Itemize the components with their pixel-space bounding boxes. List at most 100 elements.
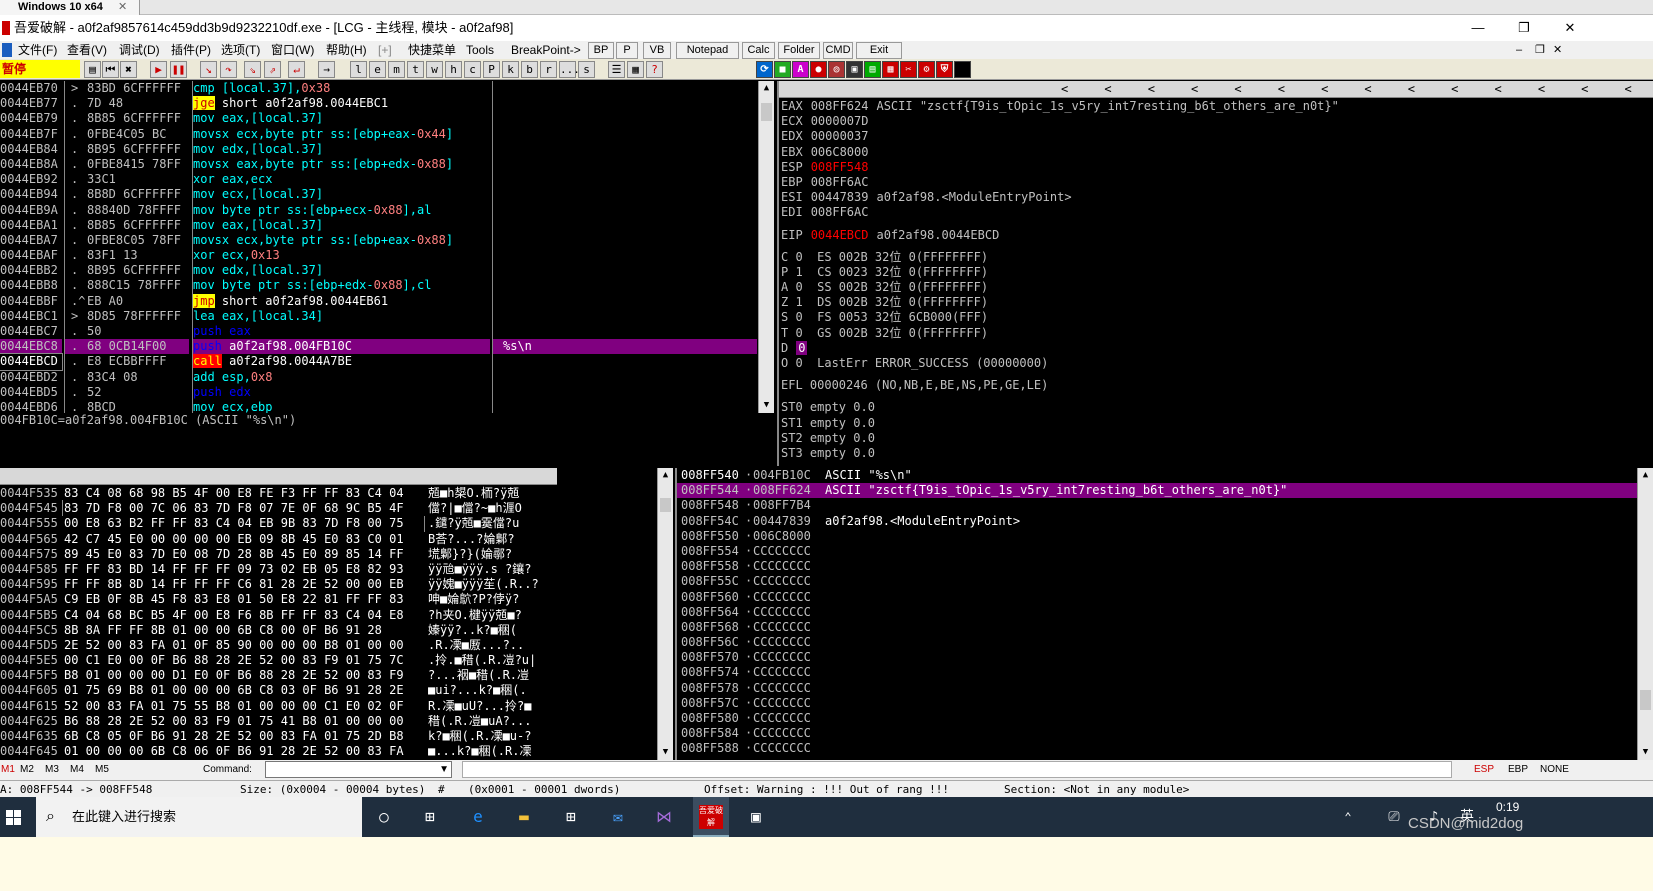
disasm-comment[interactable] <box>493 400 757 413</box>
disasm-instruction-row[interactable]: mov ecx,[local.37] <box>193 187 490 202</box>
disasm-bytes-row[interactable]: . 7D 48 <box>65 96 189 111</box>
execute-till-return-icon[interactable]: ↵ <box>288 61 305 78</box>
tb-h[interactable]: h <box>445 61 462 78</box>
stack-pane[interactable]: 008FF540 · 004FB10C ASCII "%s\n" 008FF544 · 00… <box>675 468 1653 760</box>
disasm-bytes-row[interactable]: . 8B95 6CFFFFFF <box>65 263 189 278</box>
stack-row[interactable]: 008FF578 · CCCCCCCC <box>677 681 1637 696</box>
dump-row[interactable]: 0044F565 42 C7 45 E0 00 00 00 00 EB 09 8B… <box>0 532 557 547</box>
m3-button[interactable]: M3 <box>45 760 59 780</box>
disasm-address[interactable]: 0044EB77 <box>0 96 62 111</box>
mail-icon[interactable]: ✉ <box>606 805 630 829</box>
flag-segment-row[interactable]: Z 1 DS 002B 32位 0(FFFFFFFF) <box>781 295 1641 310</box>
flag-segment-row[interactable]: P 1 CS 0023 32位 0(FFFFFFFF) <box>781 265 1641 280</box>
grid-icon[interactable]: ▦ <box>627 61 644 78</box>
disasm-comment[interactable] <box>493 96 757 111</box>
chevron-down-icon[interactable]: ▼ <box>439 760 449 780</box>
stack-scrollbar[interactable]: ▲ ▼ <box>1637 468 1653 760</box>
disasm-address[interactable]: 0044EBBF <box>0 294 62 309</box>
tb-k[interactable]: k <box>502 61 519 78</box>
disasm-instruction-row[interactable]: mov edx,[local.37] <box>193 263 490 278</box>
tb-w[interactable]: w <box>426 61 443 78</box>
disasm-scrollbar[interactable]: ▲ ▼ <box>758 81 774 413</box>
list-icon[interactable]: ☰ <box>608 61 625 78</box>
scroll-down-icon[interactable]: ▼ <box>759 398 774 413</box>
stack-row[interactable]: 008FF540 · 004FB10C ASCII "%s\n" <box>677 468 1637 484</box>
stack-row[interactable]: 008FF554 · CCCCCCCC <box>677 544 1637 559</box>
stack-row[interactable]: 008FF54C · 00447839 a0f2af98.<ModuleEntryPo… <box>677 514 1637 529</box>
close-process-icon[interactable]: ✖ <box>120 61 137 78</box>
command-input[interactable]: ▼ <box>265 761 452 778</box>
tb-c[interactable]: c <box>464 61 481 78</box>
goto-icon[interactable]: → <box>318 61 335 78</box>
disasm-address[interactable]: 0044EBCD <box>0 353 63 371</box>
trace-over-icon[interactable]: ⇗ <box>264 61 281 78</box>
disasm-bytes-row[interactable]: . 68 0CB14F00 <box>65 339 189 355</box>
menu-tools[interactable]: Tools <box>466 41 494 59</box>
flag-d-row[interactable]: D0 <box>781 340 1641 356</box>
disasm-bytes-row[interactable]: .^ EB A0 <box>65 294 189 309</box>
plugin-dark-icon[interactable]: ▣ <box>846 61 863 78</box>
tb-p[interactable]: P <box>483 61 500 78</box>
disasm-instruction-row[interactable]: movsx ecx,byte ptr ss:[ebp+eax-0x44] <box>193 127 490 142</box>
scroll-down-icon[interactable]: ▼ <box>1638 745 1653 760</box>
registers-scroll-arrows[interactable]: < < < < < < < < < < < < < < <box>1061 81 1632 97</box>
disasm-address[interactable]: 0044EBD5 <box>0 385 62 400</box>
disasm-address[interactable]: 0044EBC8 <box>0 339 62 355</box>
disassembly-pane[interactable]: 0044EB70 0044EB77 0044EB79 0044EB7F 0044EB84… <box>0 81 774 413</box>
dump-row[interactable]: 0044F615 52 00 83 FA 01 75 55 B8 01 00 00… <box>0 699 557 714</box>
dump-row[interactable]: 0044F545 83 7D F8 00 7C 06 83 7D F8 07 7E… <box>0 501 557 516</box>
menu-file[interactable]: 文件(F) <box>18 41 57 59</box>
flag-segment-row[interactable]: S 0 FS 0053 32位 6CB000(FFF) <box>781 310 1641 325</box>
disasm-instruction-row[interactable]: mov edx,[local.37] <box>193 142 490 157</box>
dump-row[interactable]: 0044F5C5 8B 8A FF FF 8B 01 00 00 6B C8 00… <box>0 623 557 638</box>
close-icon[interactable]: ✕ <box>118 0 127 15</box>
plugin-black-icon[interactable] <box>954 61 971 78</box>
dump-row[interactable]: 0044F585 FF FF 83 BD 14 FF FF FF 09 73 02… <box>0 562 557 577</box>
disasm-bytes-row[interactable]: . 52 <box>65 385 189 400</box>
register-eax[interactable]: EAX 008FF624 ASCII "zsctf{T9is_tOpic_1s_v5… <box>781 99 1641 114</box>
disasm-comment[interactable] <box>493 81 757 96</box>
menu-breakpoint[interactable]: BreakPoint-> <box>511 41 581 59</box>
disasm-address[interactable]: 0044EB70 <box>0 81 62 96</box>
register-esi[interactable]: ESI 00447839 a0f2af98.<ModuleEntryPoint> <box>781 190 1641 205</box>
stack-row[interactable]: 008FF574 · CCCCCCCC <box>677 665 1637 680</box>
file-explorer-icon[interactable]: ▬ <box>512 805 536 829</box>
disasm-instruction-row[interactable]: mov ecx,ebp <box>193 400 490 413</box>
fpu-register-row[interactable]: ST2 empty 0.0 <box>781 431 1641 446</box>
stack-row[interactable]: 008FF55C · CCCCCCCC <box>677 574 1637 589</box>
plugin-letter-icon[interactable]: A <box>792 61 809 78</box>
register-edi[interactable]: EDI 008FF6AC <box>781 205 1641 220</box>
disasm-comment[interactable] <box>493 309 757 324</box>
flag-segment-row[interactable]: A 0 SS 002B 32位 0(FFFFFFFF) <box>781 280 1641 295</box>
plugin-a-icon[interactable]: ■ <box>774 61 791 78</box>
window-app-icon[interactable]: ▣ <box>744 805 768 829</box>
disasm-instruction-row[interactable]: lea eax,[local.34] <box>193 309 490 324</box>
disasm-bytes-row[interactable]: . 0FBE4C05 BC <box>65 127 189 142</box>
disasm-address[interactable]: 0044EBAF <box>0 248 62 263</box>
dump-row[interactable]: 0044F605 01 75 69 B8 01 00 00 00 6B C8 03… <box>0 683 557 698</box>
disasm-comment[interactable] <box>493 294 757 309</box>
scroll-down-icon[interactable]: ▼ <box>658 745 673 760</box>
disasm-comment[interactable] <box>493 278 757 293</box>
disasm-bytes-row[interactable]: . 8B95 6CFFFFFF <box>65 142 189 157</box>
disasm-address[interactable]: 0044EBC1 <box>0 309 62 324</box>
stack-row[interactable]: 008FF56C · CCCCCCCC <box>677 635 1637 650</box>
pause-icon[interactable]: ❚❚ <box>170 61 187 78</box>
disasm-bytes-row[interactable]: . 8B8D 6CFFFFFF <box>65 187 189 202</box>
menu-help[interactable]: 帮助(H) <box>326 41 367 59</box>
disasm-instruction-row[interactable]: xor ecx,0x13 <box>193 248 490 263</box>
dump-row[interactable]: 0044F535 83 C4 08 68 98 B5 4F 00 E8 FE F3… <box>0 486 557 501</box>
stack-row[interactable]: 008FF560 · CCCCCCCC <box>677 590 1637 605</box>
store-icon[interactable]: ⊞ <box>559 805 583 829</box>
m1-button[interactable]: M1 <box>1 760 15 780</box>
menu-plugins[interactable]: 插件(P) <box>171 41 211 59</box>
dump-row[interactable]: 0044F5A5 C9 EB 0F 8B 45 F8 83 E8 01 50 E8… <box>0 592 557 607</box>
scroll-thumb[interactable] <box>1640 690 1651 710</box>
disasm-comment[interactable] <box>493 263 757 278</box>
disasm-comment[interactable] <box>493 248 757 263</box>
disasm-bytes-row[interactable]: . 0FBE8C05 78FF <box>65 233 189 248</box>
fpu-register-row[interactable]: ST0 empty 0.0 <box>781 400 1641 415</box>
start-button[interactable] <box>0 797 36 837</box>
disasm-address[interactable]: 0044EB92 <box>0 172 62 187</box>
disasm-instruction-row[interactable]: mov eax,[local.37] <box>193 218 490 233</box>
